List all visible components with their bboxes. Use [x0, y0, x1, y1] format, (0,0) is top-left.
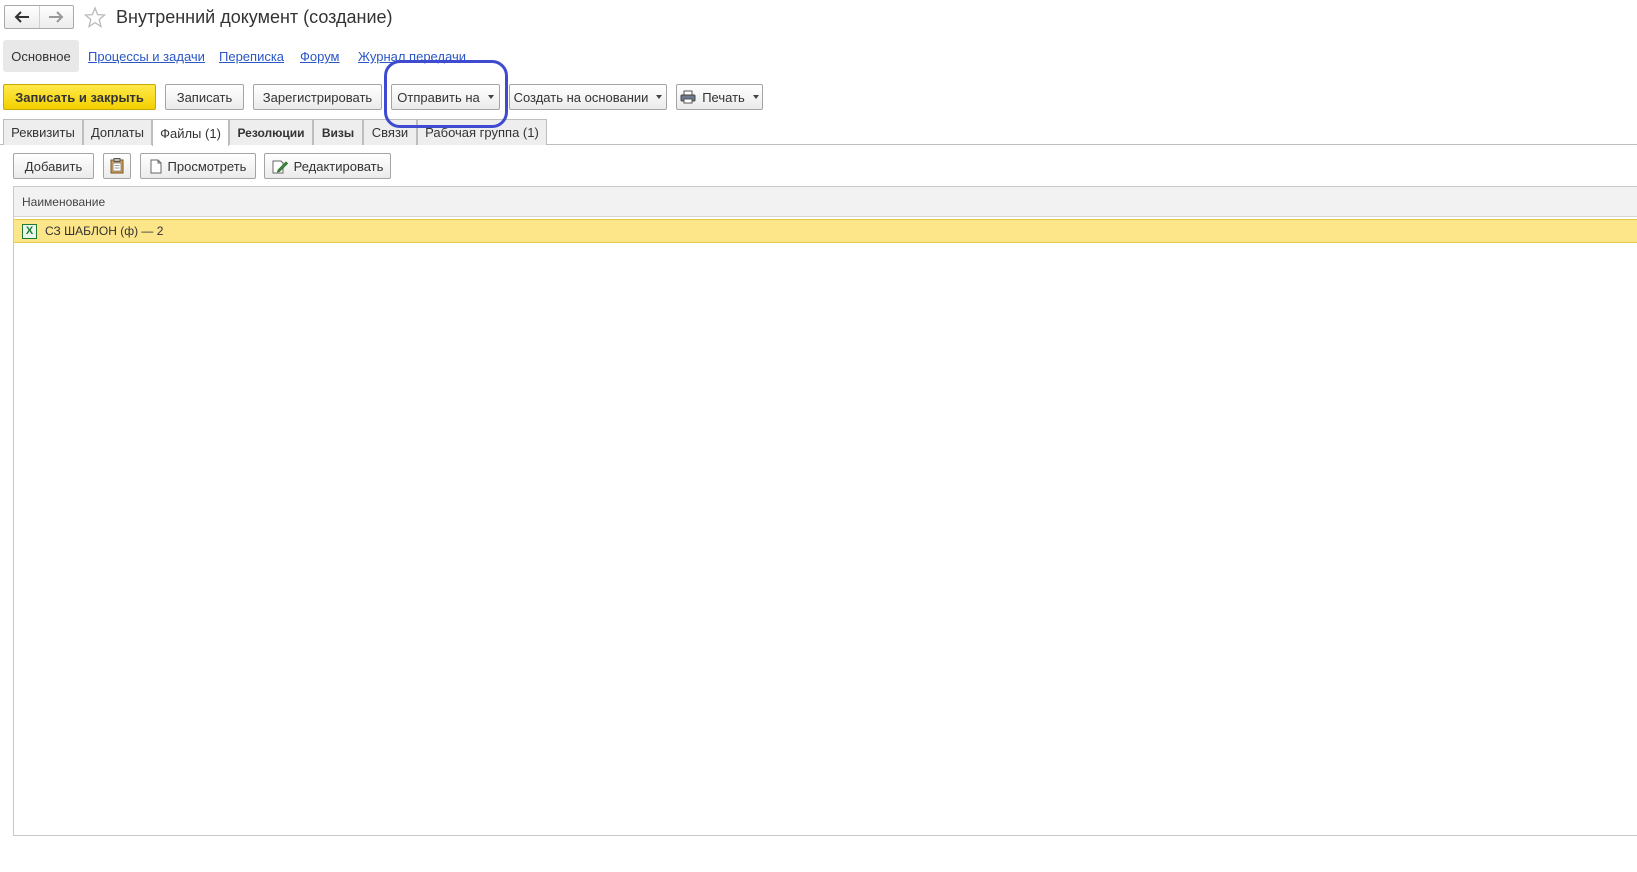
- star-icon: [83, 6, 107, 28]
- paste-button[interactable]: [103, 153, 131, 179]
- tab-visas[interactable]: Визы: [313, 119, 363, 145]
- tab-surcharges[interactable]: Доплаты: [83, 119, 152, 145]
- save-and-close-button[interactable]: Записать и закрыть: [3, 84, 156, 110]
- edit-file-label: Редактировать: [293, 158, 384, 174]
- clipboard-icon: [110, 158, 124, 174]
- back-button[interactable]: [5, 6, 39, 28]
- view-file-button[interactable]: Просмотреть: [140, 153, 256, 179]
- section-link-forum[interactable]: Форум: [300, 49, 340, 64]
- create-based-on-button[interactable]: Создать на основании: [509, 84, 667, 110]
- section-link-processes[interactable]: Процессы и задачи: [88, 49, 205, 64]
- column-header-name[interactable]: Наименование: [14, 187, 1637, 217]
- printer-icon: [680, 90, 696, 104]
- window-title: Внутренний документ (создание): [116, 7, 393, 27]
- tab-links[interactable]: Связи: [363, 119, 417, 145]
- register-button[interactable]: Зарегистрировать: [253, 84, 382, 110]
- save-button[interactable]: Записать: [165, 84, 244, 110]
- files-table: Наименование X СЗ ШАБЛОН (ф) — 2: [13, 186, 1637, 836]
- print-button[interactable]: Печать: [676, 84, 763, 110]
- create-based-on-label: Создать на основании: [513, 89, 649, 105]
- history-nav: [4, 5, 74, 29]
- forward-button[interactable]: [38, 6, 73, 28]
- section-main[interactable]: Основное: [3, 40, 79, 72]
- tab-work-group[interactable]: Рабочая группа (1): [417, 119, 547, 145]
- add-file-button[interactable]: Добавить: [13, 153, 94, 179]
- favorite-star-button[interactable]: [83, 6, 107, 30]
- file-name: СЗ ШАБЛОН (ф) — 2: [45, 224, 164, 238]
- document-icon: [150, 159, 162, 173]
- send-to-button[interactable]: Отправить на: [391, 84, 500, 110]
- section-link-correspondence[interactable]: Переписка: [219, 49, 284, 64]
- tab-files[interactable]: Файлы (1): [152, 119, 229, 146]
- chevron-down-icon: [487, 95, 494, 99]
- table-row[interactable]: X СЗ ШАБЛОН (ф) — 2: [14, 219, 1637, 243]
- edit-file-button[interactable]: Редактировать: [264, 153, 391, 179]
- tab-requisites[interactable]: Реквизиты: [3, 119, 83, 145]
- chevron-down-icon: [656, 95, 663, 99]
- section-link-transfer-log[interactable]: Журнал передачи: [358, 49, 466, 64]
- tab-resolutions[interactable]: Резолюции: [229, 119, 313, 145]
- send-to-label: Отправить на: [397, 89, 480, 105]
- arrow-right-icon: [49, 11, 64, 23]
- arrow-left-icon: [14, 11, 29, 23]
- edit-document-icon: [272, 160, 288, 173]
- chevron-down-icon: [752, 95, 759, 99]
- print-label: Печать: [702, 89, 745, 105]
- excel-file-icon: X: [22, 223, 37, 239]
- view-file-label: Просмотреть: [167, 158, 247, 174]
